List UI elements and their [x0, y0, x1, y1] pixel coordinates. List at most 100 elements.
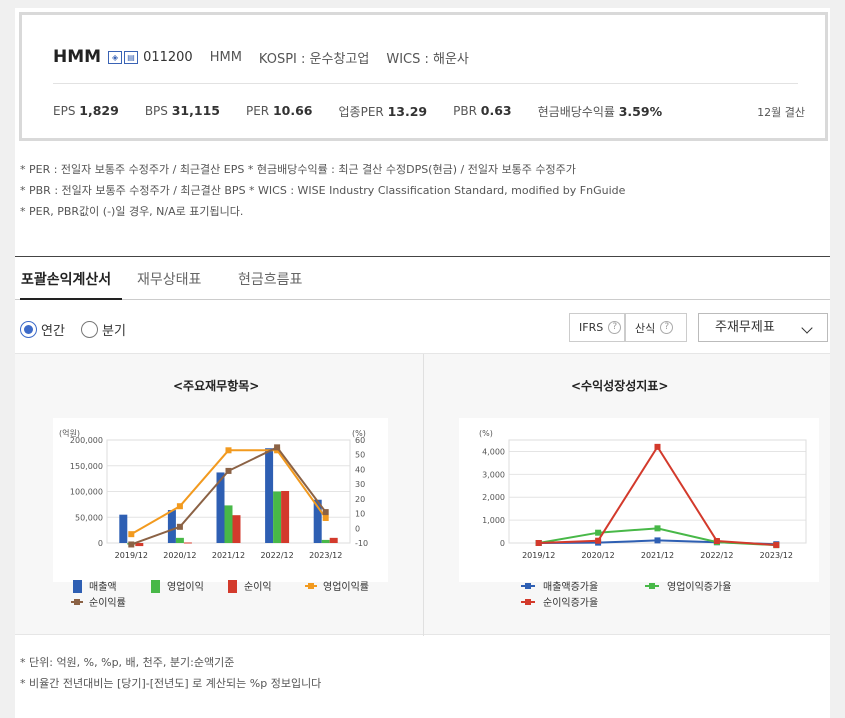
select-value: 주재무제표: [715, 320, 775, 335]
footnote-line: * 단위: 억원, %, %p, 배, 천주, 분기:순액기준: [20, 656, 235, 669]
point-영업이익증가율: [654, 525, 661, 532]
company-short-name: HMM: [209, 49, 242, 65]
x-tick-label: 2022/12: [700, 551, 733, 560]
company-name: HMM: [53, 47, 102, 67]
x-tick-label: 2023/12: [760, 551, 793, 560]
metric-per: PER 10.66: [245, 103, 313, 118]
y2-axis-label: (%): [352, 429, 366, 438]
company-header: HMM ◈ ▤ 011200 HMM KOSPI : 운수창고업 WICS : …: [53, 47, 469, 67]
company-summary-box: HMM ◈ ▤ 011200 HMM KOSPI : 운수창고업 WICS : …: [19, 12, 828, 141]
chevron-down-icon: [801, 322, 813, 334]
point-순이익률: [322, 509, 329, 516]
settlement-month: 12월 결산: [757, 106, 805, 119]
point-순이익증가율: [773, 542, 780, 549]
point-순이익률: [274, 444, 281, 451]
point-순이익증가율: [595, 537, 602, 544]
metric-pbr: PBR 0.63: [453, 103, 512, 118]
legend-swatch: [73, 580, 82, 593]
bar-순이익: [281, 490, 290, 543]
metric-industry-per: 업종PER 13.29: [338, 104, 428, 119]
legend-swatch: [228, 580, 237, 593]
point-순이익증가율: [535, 540, 542, 546]
bar-영업이익: [273, 491, 282, 543]
y-tick-label: 150,000: [70, 462, 103, 471]
y-axis-label: (억원): [59, 428, 80, 438]
legend-marker: [649, 583, 655, 589]
metric-dividend-yield: 현금배당수익률 3.59%: [537, 104, 663, 119]
tab-income-statement[interactable]: 포괄손익계산서: [21, 269, 111, 289]
y2-tick-label: 30: [355, 480, 365, 489]
radio-quarter-label: 분기: [102, 324, 126, 339]
y-axis-label: (%): [479, 429, 493, 438]
bar-순이익: [232, 515, 241, 543]
metrics-row: EPS 1,829 BPS 31,115 PER 10.66 업종PER 13.…: [53, 103, 688, 120]
y-tick-label: 2,000: [482, 493, 505, 502]
y-tick-label: 50,000: [75, 513, 103, 522]
point-영업이익률: [128, 531, 135, 538]
definition-notes: * PER : 전일자 보통주 수정주가 / 최근결산 EPS * 현금배당수익…: [20, 159, 625, 222]
y2-tick-label: 10: [355, 510, 365, 519]
wics-sector: WICS : 해운사: [386, 51, 469, 67]
formula-option[interactable]: 산식?: [625, 313, 687, 342]
bar-순이익: [329, 537, 338, 543]
legend-label: 순이익: [244, 581, 272, 593]
x-tick-label: 2020/12: [163, 551, 196, 560]
x-tick-label: 2022/12: [260, 551, 293, 560]
radio-annual[interactable]: 연간: [20, 320, 65, 339]
note-line: * PER, PBR값이 (-)일 경우, N/A로 표기됩니다.: [20, 205, 244, 218]
legend-label: 영업이익: [167, 580, 204, 593]
legend-swatch: [151, 580, 160, 593]
point-순이익률: [176, 523, 183, 530]
y2-tick-label: -10: [355, 539, 368, 548]
y-tick-label: 0: [500, 539, 505, 548]
bar-영업이익: [224, 505, 233, 543]
bar-순이익: [183, 542, 192, 544]
x-tick-label: 2019/12: [115, 551, 148, 560]
radio-checked-icon: [20, 321, 37, 338]
legend-label: 매출액증가율: [543, 581, 598, 593]
info-badge-icon[interactable]: ▤: [124, 50, 139, 64]
legend-marker: [525, 599, 531, 605]
y-tick-label: 100,000: [70, 488, 103, 497]
footnotes: * 단위: 억원, %, %p, 배, 천주, 분기:순액기준 * 비율간 전년…: [20, 652, 321, 694]
y-tick-label: 4,000: [482, 447, 505, 456]
point-영업이익률: [225, 447, 232, 454]
metric-eps: EPS 1,829: [53, 103, 119, 118]
bar-영업이익: [321, 539, 330, 543]
point-영업이익증가율: [595, 529, 602, 536]
bar-매출액: [119, 514, 128, 543]
y-tick-label: 3,000: [482, 470, 505, 479]
financial-chart: 050,000100,000150,000200,000-10010203040…: [53, 418, 388, 609]
point-매출액증가율: [654, 537, 661, 544]
point-순이익률: [128, 541, 135, 548]
active-tab-indicator: [20, 298, 122, 300]
bar-매출액: [167, 510, 176, 543]
point-영업이익률: [176, 503, 183, 510]
help-icon[interactable]: ?: [608, 321, 622, 334]
legend-label: 영업이익증가율: [667, 580, 731, 593]
note-line: * PER : 전일자 보통주 수정주가 / 최근결산 EPS * 현금배당수익…: [20, 163, 576, 176]
x-tick-label: 2021/12: [641, 551, 674, 560]
legend-marker: [308, 583, 314, 589]
statement-tabs: 포괄손익계산서 재무상태표 현금흐름표: [15, 256, 830, 300]
stock-code: 011200: [143, 49, 193, 65]
page: HMM ◈ ▤ 011200 HMM KOSPI : 운수창고업 WICS : …: [15, 8, 830, 718]
bar-매출액: [265, 448, 274, 543]
stock-badge-icon[interactable]: ◈: [108, 50, 123, 64]
help-icon[interactable]: ?: [660, 321, 674, 334]
legend-label: 영업이익률: [323, 580, 369, 593]
statement-type-select[interactable]: 주재무제표: [698, 313, 828, 342]
bar-영업이익: [175, 537, 184, 543]
legend-marker: [525, 583, 531, 589]
legend-marker: [74, 599, 80, 605]
y-tick-label: 0: [98, 539, 103, 548]
ifrs-option[interactable]: IFRS?: [569, 313, 625, 342]
tab-balance-sheet[interactable]: 재무상태표: [137, 269, 201, 289]
x-tick-label: 2023/12: [309, 551, 342, 560]
x-tick-label: 2019/12: [522, 551, 555, 560]
legend-label: 매출액: [89, 581, 117, 593]
y-tick-label: 1,000: [482, 516, 505, 525]
radio-quarter[interactable]: 분기: [81, 320, 126, 339]
tab-cash-flow[interactable]: 현금흐름표: [238, 269, 302, 289]
point-순이익증가율: [713, 538, 720, 545]
